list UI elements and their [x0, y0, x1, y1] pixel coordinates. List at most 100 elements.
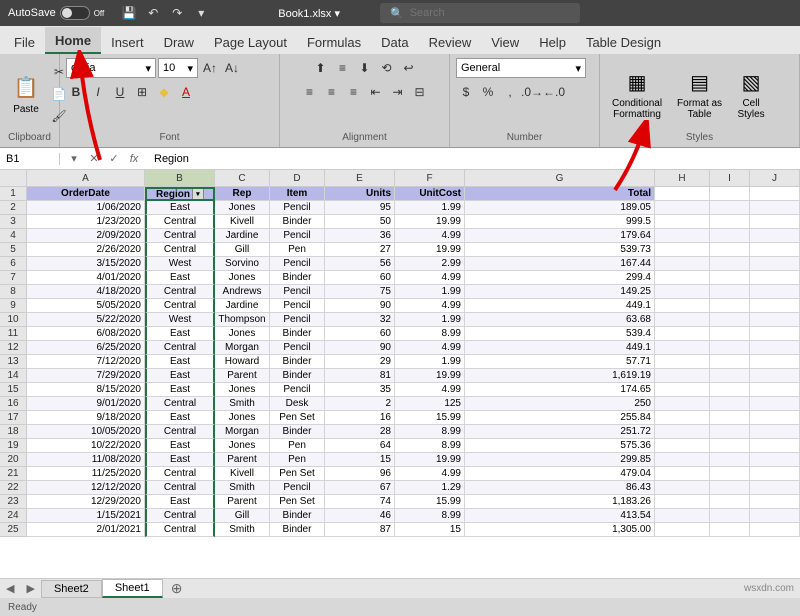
data-cell[interactable] — [710, 285, 750, 299]
align-left-icon[interactable]: ≡ — [300, 82, 320, 102]
row-header[interactable]: 16 — [0, 397, 27, 411]
data-cell[interactable]: 539.73 — [465, 243, 655, 257]
header-cell[interactable]: Item — [270, 187, 325, 201]
data-cell[interactable] — [710, 299, 750, 313]
align-center-icon[interactable]: ≡ — [322, 82, 342, 102]
conditional-formatting-button[interactable]: ▦ Conditional Formatting — [606, 59, 668, 129]
data-cell[interactable] — [750, 355, 800, 369]
data-cell[interactable]: Central — [145, 509, 215, 523]
data-cell[interactable] — [710, 425, 750, 439]
font-color-button[interactable]: A — [176, 82, 196, 102]
data-cell[interactable] — [655, 243, 710, 257]
add-sheet-button[interactable]: ⊕ — [163, 580, 191, 597]
data-cell[interactable] — [655, 285, 710, 299]
data-cell[interactable]: Howard — [215, 355, 270, 369]
toggle-icon[interactable] — [60, 6, 90, 20]
data-cell[interactable]: Pencil — [270, 229, 325, 243]
data-cell[interactable] — [655, 411, 710, 425]
formula-input[interactable]: Region — [148, 153, 800, 165]
data-cell[interactable] — [750, 285, 800, 299]
data-cell[interactable]: 16 — [325, 411, 395, 425]
data-cell[interactable]: 2.99 — [395, 257, 465, 271]
percent-icon[interactable]: % — [478, 82, 498, 102]
data-cell[interactable] — [710, 243, 750, 257]
data-cell[interactable] — [750, 397, 800, 411]
tab-table-design[interactable]: Table Design — [576, 29, 671, 54]
data-cell[interactable]: 6/25/2020 — [27, 341, 145, 355]
data-cell[interactable] — [655, 369, 710, 383]
data-cell[interactable]: Central — [145, 523, 215, 537]
data-cell[interactable]: Binder — [270, 369, 325, 383]
document-title[interactable]: Book1.xlsx ▾ — [278, 7, 340, 20]
data-cell[interactable]: Morgan — [215, 341, 270, 355]
data-cell[interactable]: 7/29/2020 — [27, 369, 145, 383]
data-cell[interactable]: Pencil — [270, 383, 325, 397]
data-cell[interactable] — [710, 439, 750, 453]
data-cell[interactable] — [750, 425, 800, 439]
header-cell[interactable] — [750, 187, 800, 201]
col-header-b[interactable]: B — [145, 170, 215, 187]
data-cell[interactable]: Jones — [215, 411, 270, 425]
data-cell[interactable] — [655, 355, 710, 369]
data-cell[interactable]: Binder — [270, 271, 325, 285]
data-cell[interactable]: 60 — [325, 271, 395, 285]
data-cell[interactable]: 36 — [325, 229, 395, 243]
data-cell[interactable] — [750, 313, 800, 327]
data-cell[interactable]: East — [145, 453, 215, 467]
data-cell[interactable]: 4/18/2020 — [27, 285, 145, 299]
data-cell[interactable]: Binder — [270, 425, 325, 439]
comma-icon[interactable]: , — [500, 82, 520, 102]
data-cell[interactable]: 5/22/2020 — [27, 313, 145, 327]
data-cell[interactable]: 9/18/2020 — [27, 411, 145, 425]
data-cell[interactable]: 251.72 — [465, 425, 655, 439]
data-cell[interactable]: 56 — [325, 257, 395, 271]
data-cell[interactable]: 413.54 — [465, 509, 655, 523]
fx-icon[interactable]: fx — [126, 151, 142, 167]
data-cell[interactable]: 539.4 — [465, 327, 655, 341]
col-header-g[interactable]: G — [465, 170, 655, 187]
data-cell[interactable]: 449.1 — [465, 299, 655, 313]
data-cell[interactable]: 86.43 — [465, 481, 655, 495]
data-cell[interactable]: 57.71 — [465, 355, 655, 369]
data-cell[interactable]: East — [145, 495, 215, 509]
data-cell[interactable]: Kivell — [215, 467, 270, 481]
data-cell[interactable] — [710, 481, 750, 495]
data-cell[interactable] — [710, 355, 750, 369]
data-cell[interactable]: 4.99 — [395, 341, 465, 355]
data-cell[interactable]: 8.99 — [395, 509, 465, 523]
indent-increase-icon[interactable]: ⇥ — [388, 82, 408, 102]
data-cell[interactable]: 10/05/2020 — [27, 425, 145, 439]
header-cell[interactable]: Region▾ — [145, 187, 215, 201]
data-cell[interactable]: 35 — [325, 383, 395, 397]
tab-page-layout[interactable]: Page Layout — [204, 29, 297, 54]
data-cell[interactable]: 1.99 — [395, 201, 465, 215]
data-cell[interactable]: 64 — [325, 439, 395, 453]
header-cell[interactable] — [655, 187, 710, 201]
data-cell[interactable]: 96 — [325, 467, 395, 481]
data-cell[interactable] — [750, 509, 800, 523]
data-cell[interactable]: 149.25 — [465, 285, 655, 299]
tab-review[interactable]: Review — [419, 29, 482, 54]
col-header-e[interactable]: E — [325, 170, 395, 187]
data-cell[interactable]: Pencil — [270, 285, 325, 299]
data-cell[interactable] — [710, 215, 750, 229]
row-header[interactable]: 14 — [0, 369, 27, 383]
undo-icon[interactable]: ↶ — [144, 4, 162, 22]
data-cell[interactable]: Parent — [215, 495, 270, 509]
data-cell[interactable]: 90 — [325, 299, 395, 313]
data-cell[interactable]: Andrews — [215, 285, 270, 299]
data-cell[interactable]: Pencil — [270, 299, 325, 313]
data-cell[interactable]: 179.64 — [465, 229, 655, 243]
data-cell[interactable]: Kivell — [215, 215, 270, 229]
data-cell[interactable]: 29 — [325, 355, 395, 369]
row-header[interactable]: 17 — [0, 411, 27, 425]
data-cell[interactable]: 1/23/2020 — [27, 215, 145, 229]
align-top-icon[interactable]: ⬆ — [311, 58, 331, 78]
data-cell[interactable]: Pen — [270, 243, 325, 257]
data-cell[interactable] — [750, 495, 800, 509]
cancel-icon[interactable]: ✕ — [86, 151, 102, 167]
data-cell[interactable]: 2 — [325, 397, 395, 411]
data-cell[interactable]: East — [145, 271, 215, 285]
data-cell[interactable] — [655, 397, 710, 411]
data-cell[interactable] — [710, 495, 750, 509]
